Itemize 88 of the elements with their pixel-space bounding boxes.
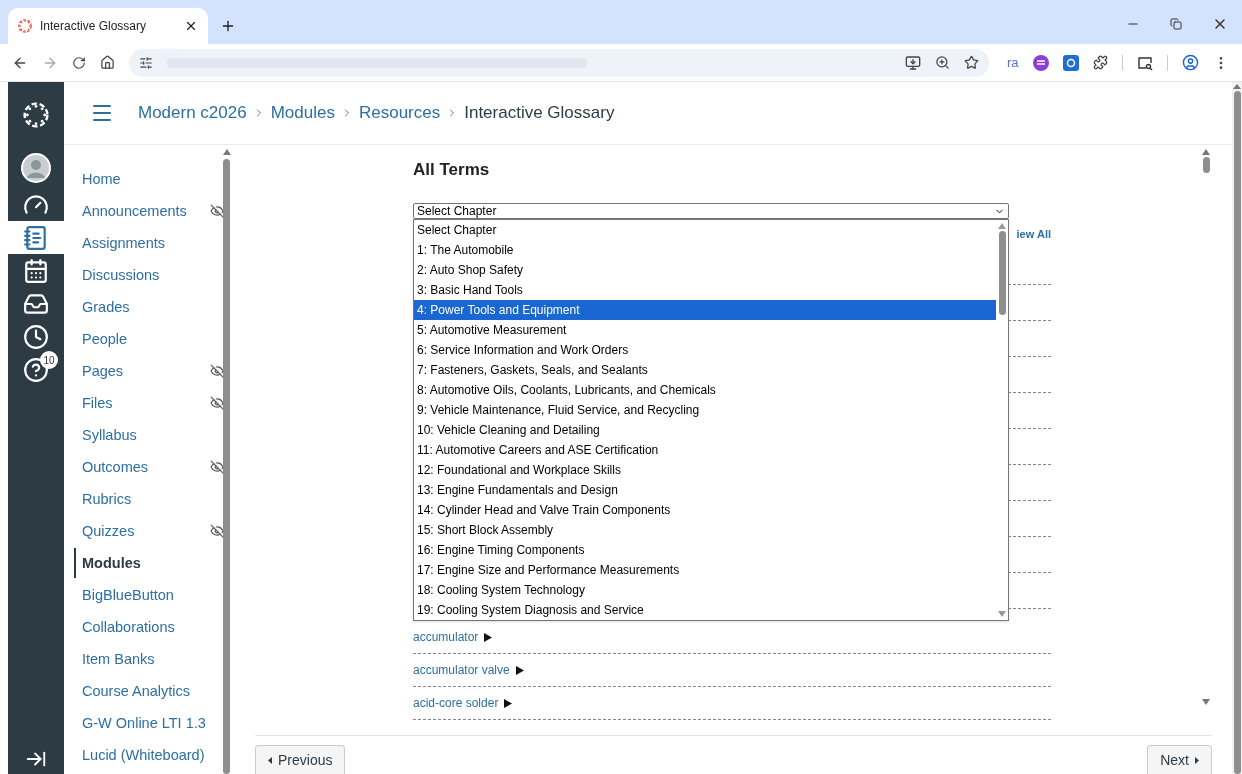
dropdown-option[interactable]: 10: Vehicle Cleaning and Detailing	[414, 420, 996, 440]
dropdown-option[interactable]: 11: Automotive Careers and ASE Certification	[414, 440, 996, 460]
hidden-icon	[210, 396, 224, 410]
new-tab-icon[interactable]	[220, 18, 236, 34]
dropdown-option[interactable]: 6: Service Information and Work Orders	[414, 340, 996, 360]
course-nav-link[interactable]: Rubrics	[82, 484, 224, 514]
logo-icon	[23, 102, 49, 128]
dropdown-option[interactable]: 3: Basic Hand Tools	[414, 280, 996, 300]
dropdown-option[interactable]: 5: Automotive Measurement	[414, 320, 996, 340]
expand-icon[interactable]	[484, 632, 493, 642]
hidden-icon	[210, 364, 224, 378]
course-nav-link[interactable]: Course Analytics	[82, 676, 224, 706]
calendar-icon	[23, 257, 49, 284]
breadcrumb-current: Interactive Glossary	[464, 102, 615, 125]
course-nav-link[interactable]: People	[82, 324, 224, 354]
dropdown-option[interactable]: 18: Cooling System Technology	[414, 580, 996, 600]
previous-button[interactable]: Previous	[255, 745, 346, 774]
expand-icon[interactable]	[504, 698, 513, 708]
course-nav-link[interactable]: G-W Online LTI 1.3	[82, 708, 224, 738]
course-nav-link[interactable]: Files	[82, 388, 224, 418]
course-nav-link[interactable]: Discussions	[82, 260, 224, 290]
course-nav-link[interactable]: Item Banks	[82, 644, 224, 674]
dropdown-option[interactable]: 16: Engine Timing Components	[414, 540, 996, 560]
dropdown-option[interactable]: Select Chapter	[414, 220, 996, 240]
home-icon[interactable]	[100, 55, 115, 70]
breadcrumb-link[interactable]: Modules	[270, 100, 335, 126]
hidden-icon	[210, 524, 224, 538]
page-heading: All Terms	[413, 159, 491, 181]
course-nav-link[interactable]: Outcomes	[82, 452, 224, 482]
course-nav-link[interactable]: Assignments	[82, 228, 224, 258]
expand-icon[interactable]	[515, 665, 524, 675]
course-nav-link[interactable]: Lucid (Whiteboard)	[82, 740, 224, 770]
course-nav-link[interactable]: Syllabus	[82, 420, 224, 450]
global-nav-item[interactable]: 10	[8, 353, 64, 386]
course-nav-link[interactable]: Collaborations	[82, 612, 224, 642]
dropdown-option[interactable]: 2: Auto Shop Safety	[414, 260, 996, 280]
extension-icon[interactable]	[1062, 54, 1079, 71]
site-settings-icon[interactable]	[139, 55, 153, 70]
dropdown-option[interactable]: 14: Cylinder Head and Valve Train Components	[414, 500, 996, 520]
hidden-icon	[210, 460, 224, 474]
hidden-icon	[210, 204, 224, 218]
reload-icon[interactable]	[72, 55, 86, 70]
dropdown-option[interactable]: 13: Engine Fundamentals and Design	[414, 480, 996, 500]
course-nav-link[interactable]: BigBlueButton	[82, 580, 224, 610]
close-icon[interactable]	[184, 19, 198, 33]
dropdown-option[interactable]: 4: Power Tools and Equipment	[414, 300, 996, 320]
tab-title: Interactive Glossary	[40, 18, 148, 35]
notification-badge: 10	[40, 351, 58, 369]
dropdown-option[interactable]: 17: Engine Size and Performance Measurements	[414, 560, 996, 580]
dropdown-option[interactable]: 1: The Automobile	[414, 240, 996, 260]
restore-icon[interactable]	[1170, 18, 1182, 30]
star-icon[interactable]	[964, 55, 979, 70]
profile-icon[interactable]	[1181, 54, 1199, 71]
caret-right-icon	[1195, 756, 1199, 764]
breadcrumb-link[interactable]: Modern c2026	[138, 100, 247, 126]
glossary-term-link[interactable]: accumulator valve	[413, 661, 510, 679]
course-nav-link[interactable]: Quizzes	[82, 516, 224, 546]
course-nav-link[interactable]: Announcements	[82, 196, 224, 226]
dropdown-option[interactable]: 12: Foundational and Workplace Skills	[414, 460, 996, 480]
tab-search-icon[interactable]	[1136, 54, 1153, 71]
course-nav-link[interactable]: Grades	[82, 292, 224, 322]
breadcrumb-link[interactable]: Resources	[358, 100, 441, 126]
dropdown-option[interactable]: 19: Cooling System Diagnosis and Service	[414, 600, 996, 620]
dropdown-option[interactable]: 9: Vehicle Maintenance, Fluid Service, and Recycling	[414, 400, 996, 420]
chapter-select[interactable]: Select Chapter	[413, 203, 1009, 219]
next-button[interactable]: Next	[1147, 745, 1212, 774]
install-icon[interactable]	[905, 54, 921, 71]
browser-tab[interactable]: Interactive Glossary	[8, 8, 208, 44]
glossary-term-link[interactable]: acid-core solder	[413, 694, 499, 712]
glossary-term-link[interactable]: accumulator	[413, 628, 479, 646]
clock-icon	[23, 323, 49, 350]
avatar-icon	[21, 153, 51, 183]
extension-icon[interactable]	[1032, 54, 1049, 71]
extension-icon[interactable]: ra	[1007, 52, 1019, 73]
caret-left-icon	[268, 756, 272, 764]
address-field[interactable]	[129, 48, 989, 77]
dropdown-option[interactable]: 15: Short Block Assembly	[414, 520, 996, 540]
dropdown-option[interactable]: 7: Fasteners, Gaskets, Seals, and Sealants	[414, 360, 996, 380]
view-all-link[interactable]: iew All	[1016, 225, 1051, 243]
scrollbar[interactable]	[223, 149, 230, 774]
extensions-icon[interactable]	[1092, 55, 1108, 70]
zoom-icon[interactable]	[935, 55, 950, 70]
dropdown-option[interactable]: 8: Automotive Oils, Coolants, Lubricants, and Chemicals	[414, 380, 996, 400]
logo-icon	[18, 19, 32, 33]
book-icon	[23, 224, 49, 251]
course-nav-link[interactable]: Pages	[82, 356, 224, 386]
course-nav-link[interactable]: Home	[82, 164, 224, 194]
page-scrollbar[interactable]	[1232, 82, 1242, 774]
